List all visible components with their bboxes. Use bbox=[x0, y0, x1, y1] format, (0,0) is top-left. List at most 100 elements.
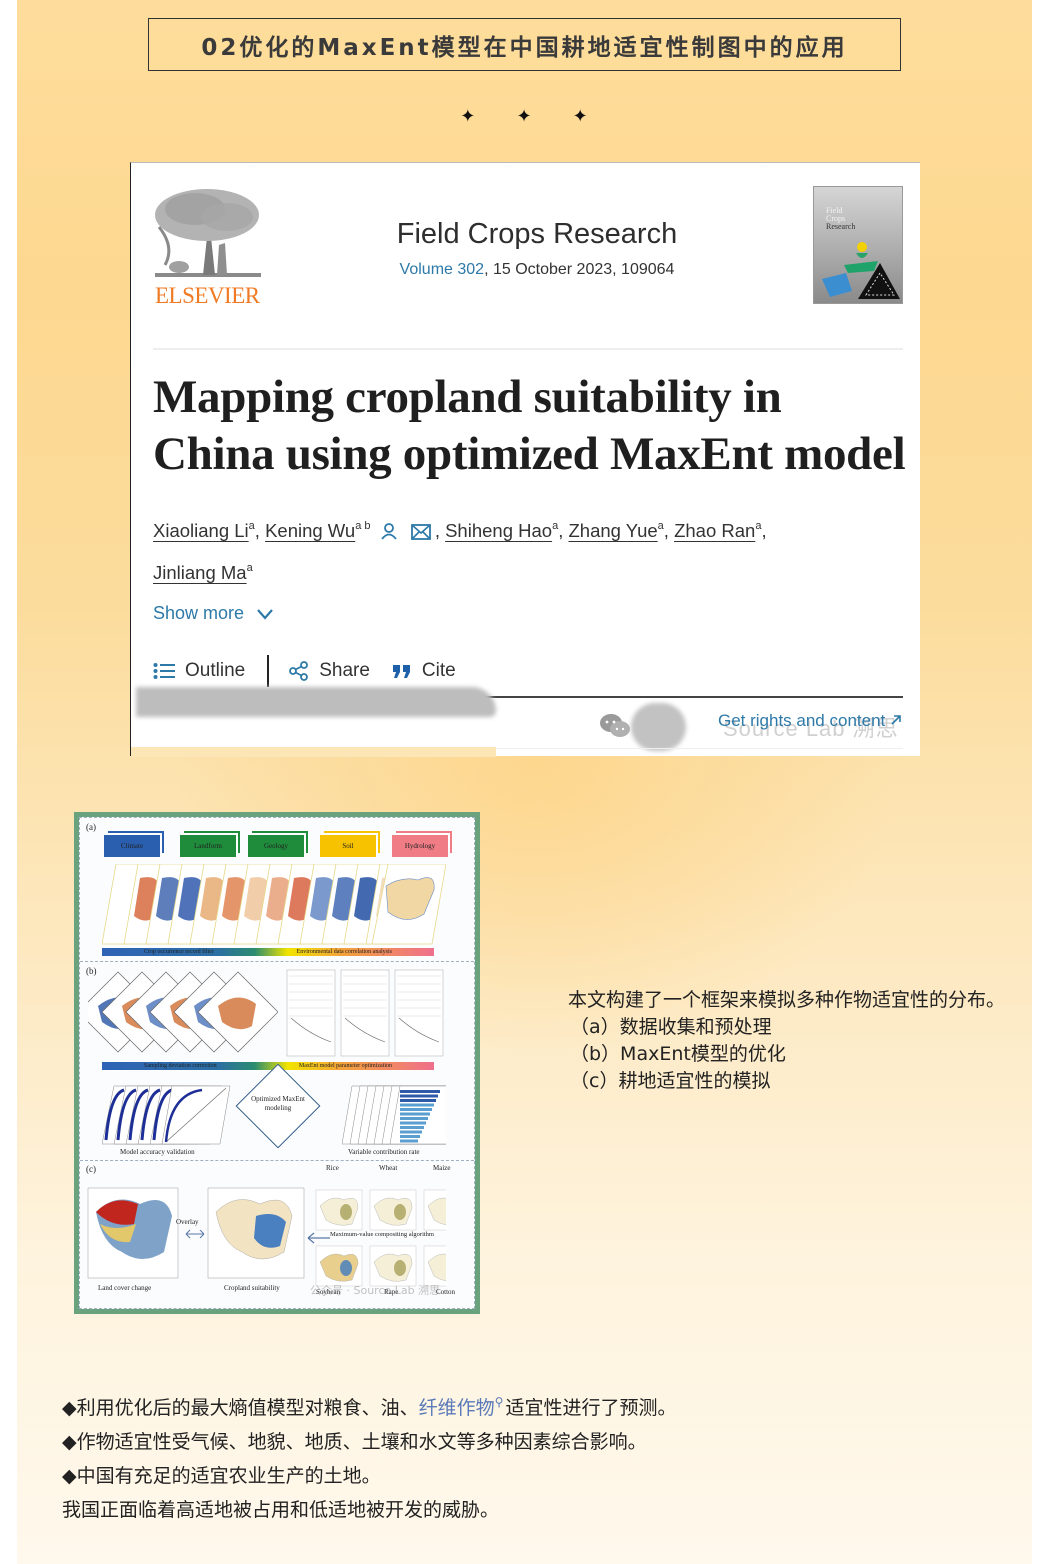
share-label: Share bbox=[319, 660, 370, 681]
contrib-bar bbox=[400, 1099, 436, 1102]
star-icon: ✦ bbox=[572, 106, 588, 127]
contrib-bar bbox=[400, 1135, 420, 1138]
framework-figure: (a) Climate Landform Geology Soil Hydrology … bbox=[74, 812, 480, 1314]
process-bar-a: Crop occurrence record filter Environmen… bbox=[102, 948, 434, 956]
crop-label: Maize bbox=[433, 1164, 451, 1172]
outline-button[interactable]: Outline bbox=[153, 660, 245, 682]
panel-divider bbox=[80, 1160, 474, 1161]
article-toolbar: Outline Share Cite bbox=[153, 653, 456, 689]
star-icon: ✦ bbox=[460, 106, 476, 127]
affiliation-mark[interactable]: a bbox=[249, 520, 255, 532]
person-icon[interactable] bbox=[380, 516, 398, 551]
external-link-icon bbox=[891, 715, 901, 725]
journal-cover[interactable]: Field Crops Research bbox=[813, 186, 903, 304]
affiliation-mark[interactable]: a bbox=[552, 520, 558, 532]
caption: Variable contribution rate bbox=[348, 1148, 420, 1156]
finding-item: ◆中国有充足的适宜农业生产的土地。 bbox=[62, 1465, 381, 1487]
optimized-model-label: Optimized MaxEnt modeling bbox=[251, 1095, 305, 1112]
affiliation-mark[interactable]: a bbox=[658, 520, 664, 532]
finding-text: ◆利用优化后的最大熵值模型对粮食、油、 bbox=[62, 1397, 419, 1419]
outline-label: Outline bbox=[185, 660, 246, 681]
contrib-bar bbox=[400, 1108, 432, 1111]
section-title-box: 02优化的MaxEnt模型在中国耕地适宜性制图中的应用 bbox=[148, 18, 901, 71]
roc-curves bbox=[102, 1085, 231, 1145]
crop-suitable-area bbox=[340, 1260, 352, 1276]
category-tab: Climate bbox=[104, 835, 160, 857]
contrib-bar bbox=[400, 1103, 434, 1107]
key-findings: ◆利用优化后的最大熵值模型对粮食、油、纤维作物⚲ 适宜性进行了预测。 ◆作物适宜性… bbox=[62, 1385, 962, 1527]
crop-suitable-area bbox=[394, 1204, 406, 1220]
panel-divider bbox=[80, 961, 474, 962]
share-icon bbox=[289, 661, 309, 681]
cover-title-line: Research bbox=[826, 222, 856, 231]
affiliation-mark[interactable]: a bbox=[247, 562, 253, 574]
crop-label: Rice bbox=[326, 1164, 339, 1172]
cite-label: Cite bbox=[421, 660, 456, 681]
publisher-name: ELSEVIER bbox=[155, 283, 260, 308]
description-item: （c）耕地适宜性的模拟 bbox=[570, 1070, 771, 1092]
blurred-overlay bbox=[631, 703, 686, 751]
finding-text: 适宜性进行了预测。 bbox=[505, 1397, 677, 1419]
share-button[interactable]: Share bbox=[289, 660, 370, 682]
category-tab: Hydrology bbox=[392, 835, 448, 857]
overlay-arrow bbox=[185, 1229, 205, 1239]
finding-item: ◆作物适宜性受气候、地貌、地质、土壤和水文等多种因素综合影响。 bbox=[62, 1431, 647, 1453]
algorithm-label: Maximum-value compositing algorithm bbox=[330, 1231, 434, 1238]
toolbar-divider bbox=[267, 655, 270, 687]
panel-label: (a) bbox=[86, 822, 96, 832]
composite-arrow bbox=[307, 1232, 330, 1244]
author-link[interactable]: Jinliang Ma bbox=[153, 562, 247, 583]
author-link[interactable]: Zhang Yue bbox=[568, 520, 657, 541]
finding-item: ◆利用优化后的最大熵值模型对粮食、油、纤维作物⚲ 适宜性进行了预测。 bbox=[62, 1385, 962, 1425]
section-title: 02优化的MaxEnt模型在中国耕地适宜性制图中的应用 bbox=[201, 34, 848, 61]
quote-icon bbox=[392, 665, 410, 678]
cover-title: Field Crops Research bbox=[826, 207, 855, 231]
finding-item: 我国正面临着高适地被占用和低适地被开发的威胁。 bbox=[62, 1499, 500, 1521]
figure-description: 本文构建了一个框架来模拟多种作物适宜性的分布。 （a）数据收集和预处理 （b）M… bbox=[568, 987, 1008, 1095]
list-icon bbox=[153, 663, 175, 679]
issue-date: , 15 October 2023, 109064 bbox=[484, 261, 675, 278]
affiliation-mark[interactable]: a b bbox=[355, 520, 370, 532]
contrib-bar bbox=[400, 1130, 422, 1134]
contrib-bar bbox=[400, 1090, 440, 1093]
author-link[interactable]: Kening Wu bbox=[265, 520, 355, 541]
overlay-label: Overlay bbox=[176, 1218, 199, 1226]
crop-suitable-area bbox=[340, 1204, 352, 1220]
cover-art-icon bbox=[822, 242, 900, 299]
parameter-plots bbox=[286, 969, 444, 1057]
chevron-down-icon bbox=[257, 608, 273, 620]
author-list: Xiaoliang Lia, Kening Wua b , Shiheng Ha… bbox=[153, 509, 913, 590]
map-strip bbox=[101, 863, 447, 946]
contrib-bar bbox=[400, 1139, 418, 1143]
cite-button[interactable]: Cite bbox=[392, 660, 456, 682]
email-icon[interactable] bbox=[410, 516, 431, 551]
process-bar-b: Sampling deviation correction MaxEnt mod… bbox=[102, 1062, 434, 1070]
author-link[interactable]: Zhao Ran bbox=[674, 520, 755, 541]
plot-frame bbox=[340, 969, 390, 1057]
caption: Land cover change bbox=[98, 1284, 152, 1292]
decoration-stars: ✦ ✦ ✦ bbox=[0, 106, 1048, 127]
volume-link[interactable]: Volume 302 bbox=[400, 261, 485, 278]
figure-canvas: (a) Climate Landform Geology Soil Hydrology … bbox=[79, 817, 475, 1309]
rights-link[interactable]: Get rights and content bbox=[718, 711, 902, 731]
show-more-button[interactable]: Show more bbox=[153, 603, 274, 624]
description-item: （a）数据收集和预处理 bbox=[570, 1016, 772, 1038]
panel-label: (c) bbox=[86, 1164, 96, 1174]
blurred-overlay bbox=[136, 687, 496, 717]
term-link[interactable]: 纤维作物 bbox=[419, 1397, 495, 1419]
author-link[interactable]: Shiheng Hao bbox=[445, 520, 552, 541]
search-icon[interactable]: ⚲ bbox=[495, 1395, 504, 1409]
plot-frame bbox=[286, 969, 336, 1057]
contrib-bar bbox=[400, 1112, 430, 1116]
bar-label: Crop occurrence record filter bbox=[144, 949, 214, 955]
author-link[interactable]: Xiaoliang Li bbox=[153, 520, 249, 541]
bar-label: Environmental data correlation analysis bbox=[296, 949, 392, 955]
bar-label: Sampling deviation correction bbox=[144, 1063, 217, 1069]
article-title: Mapping cropland suitability in China us… bbox=[153, 371, 906, 480]
background-strip bbox=[131, 747, 496, 757]
description-item: （b）MaxEnt模型的优化 bbox=[570, 1043, 786, 1065]
description-intro: 本文构建了一个框架来模拟多种作物适宜性的分布。 bbox=[568, 989, 1006, 1011]
affiliation-mark[interactable]: a bbox=[755, 520, 761, 532]
category-tab: Geology bbox=[248, 835, 304, 857]
show-more-label: Show more bbox=[153, 603, 245, 623]
